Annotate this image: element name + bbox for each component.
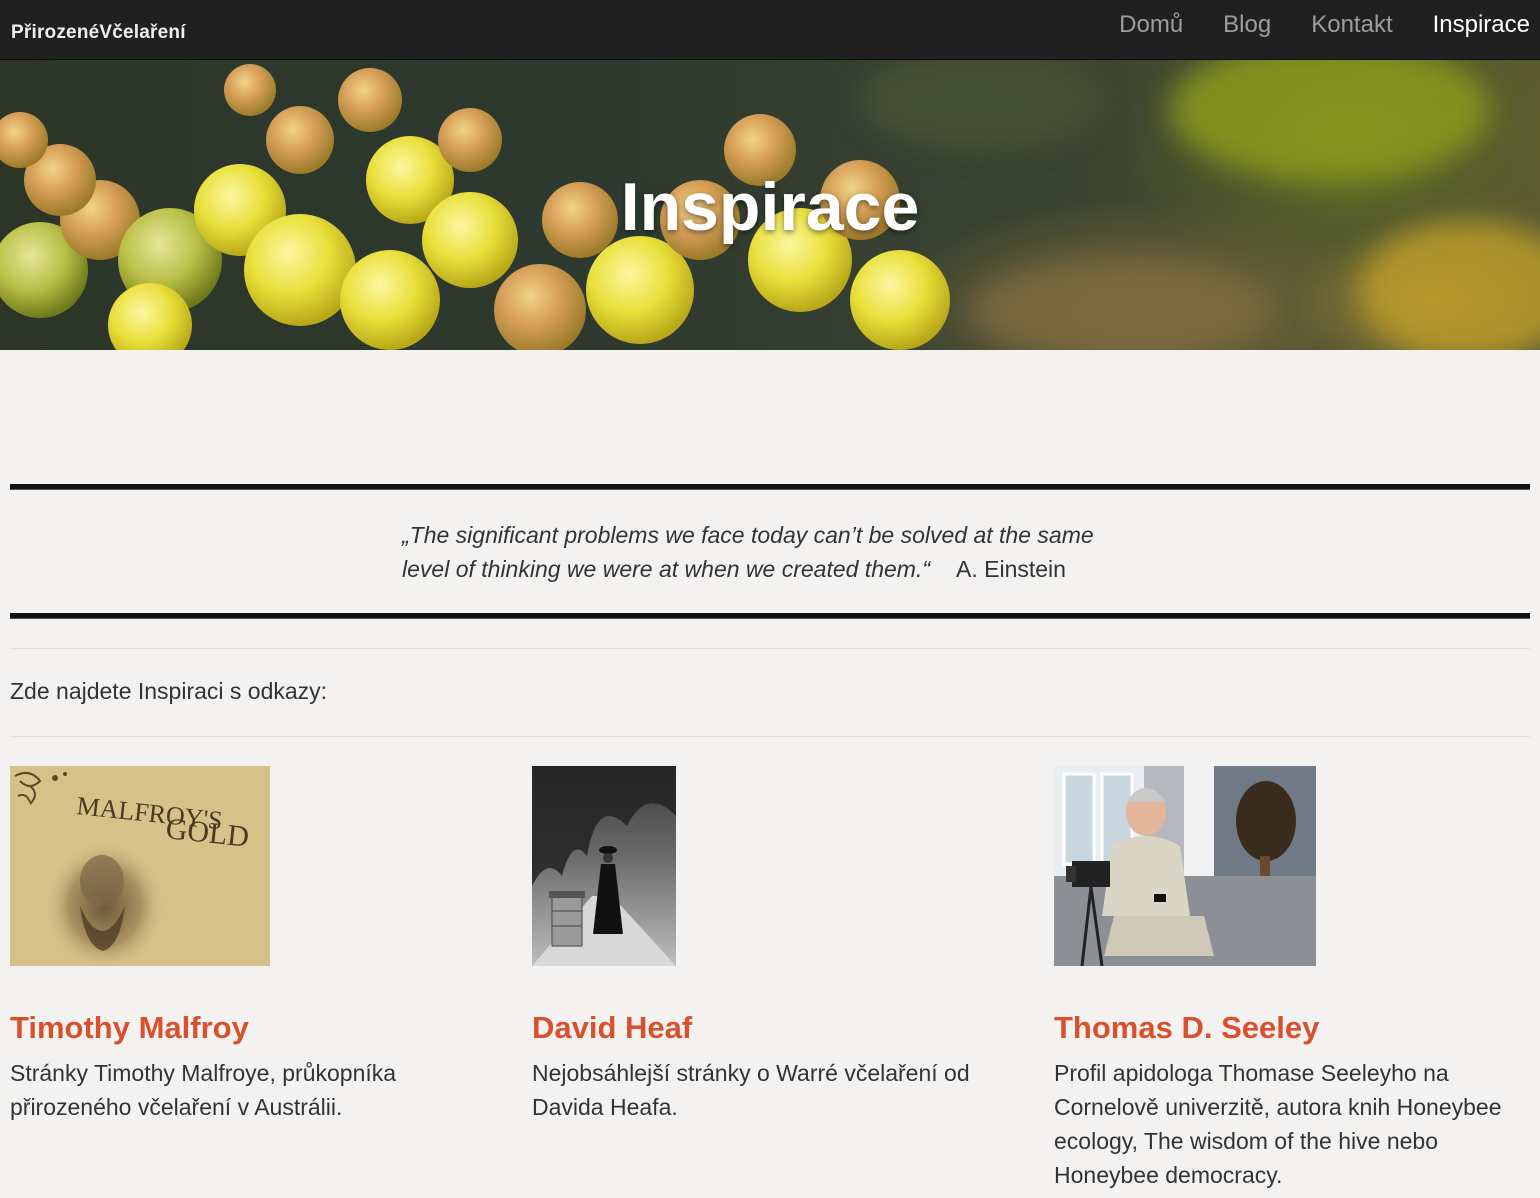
quote-line-1: „The significant problems we face today … bbox=[402, 522, 1094, 548]
divider bbox=[10, 648, 1530, 649]
card-timothy-malfroy: MALFROY'S GOLD Timothy Malfroy Stránky T… bbox=[10, 766, 500, 1124]
quote-author: A. Einstein bbox=[956, 556, 1066, 582]
quote-bottom-rule bbox=[10, 613, 1530, 619]
divider bbox=[10, 736, 1530, 737]
quote-top-rule bbox=[10, 484, 1530, 490]
quote-block: „The significant problems we face today … bbox=[402, 518, 1162, 586]
card-description: Stránky Timothy Malfroye, průkopníka při… bbox=[10, 1060, 397, 1120]
card-title-link[interactable]: David Heaf bbox=[532, 1010, 692, 1045]
hero-banner: Inspirace bbox=[0, 60, 1540, 350]
seeley-thumbnail[interactable] bbox=[1054, 766, 1316, 966]
card-title-link[interactable]: Thomas D. Seeley bbox=[1054, 1010, 1319, 1045]
card-description: Nejobsáhlejší stránky o Warré včelaření … bbox=[532, 1060, 970, 1120]
page-title: Inspirace bbox=[620, 169, 920, 245]
card-thomas-seeley: Thomas D. Seeley Profil apidologa Thomas… bbox=[1054, 766, 1540, 1192]
malfroy-thumbnail[interactable]: MALFROY'S GOLD bbox=[10, 766, 270, 966]
main-nav: Domů Blog Kontakt Inspirace bbox=[1099, 10, 1530, 40]
nav-item-domu[interactable]: Domů bbox=[1099, 10, 1203, 40]
card-description: Profil apidologa Thomase Seeleyho na Cor… bbox=[1054, 1060, 1502, 1188]
brand-logo[interactable]: PřirozenéVčelaření bbox=[11, 22, 186, 44]
card-david-heaf: David Heaf Nejobsáhlejší stránky o Warré… bbox=[532, 766, 1022, 1124]
nav-item-blog[interactable]: Blog bbox=[1203, 10, 1291, 40]
navbar: PřirozenéVčelaření Domů Blog Kontakt Ins… bbox=[0, 0, 1540, 60]
card-title-link[interactable]: Timothy Malfroy bbox=[10, 1010, 249, 1045]
quote-line-2: level of thinking we were at when we cre… bbox=[402, 556, 1066, 582]
nav-item-kontakt[interactable]: Kontakt bbox=[1291, 10, 1412, 40]
intro-text: Zde najdete Inspiraci s odkazy: bbox=[10, 678, 328, 704]
heaf-thumbnail[interactable] bbox=[532, 766, 676, 966]
nav-item-inspirace[interactable]: Inspirace bbox=[1413, 10, 1530, 40]
